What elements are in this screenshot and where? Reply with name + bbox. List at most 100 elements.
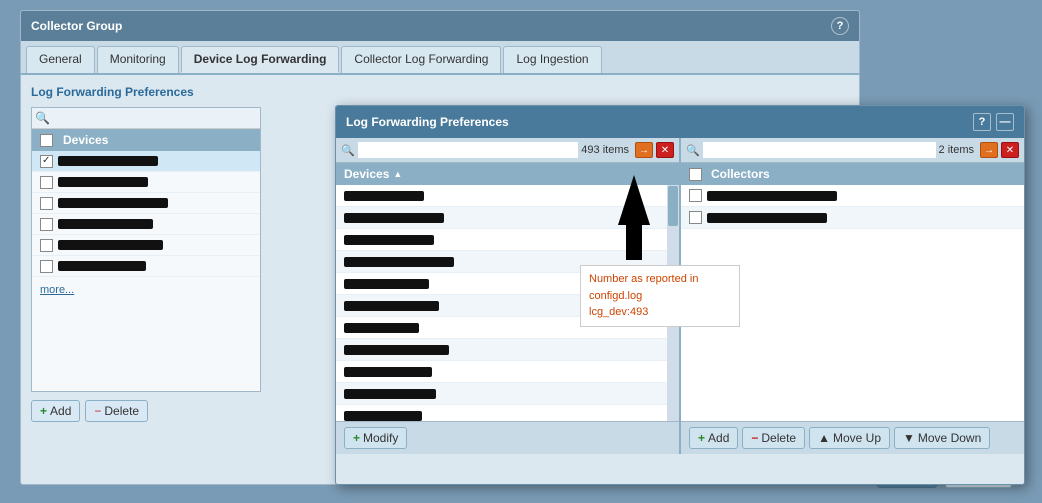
right-move-up-label: Move Up (833, 431, 881, 445)
right-move-down-button[interactable]: ▼ Move Down (894, 427, 990, 449)
list-item[interactable] (336, 405, 679, 421)
left-header-label: Devices (344, 167, 389, 181)
redacted-item (344, 279, 429, 289)
bg-delete-icon: − (94, 404, 101, 418)
redacted-item (344, 411, 422, 421)
right-pane-footer: + Add − Delete ▲ Move Up ▼ Move Down (681, 421, 1024, 454)
right-add-icon: + (698, 431, 705, 445)
bg-row-checkbox[interactable] (40, 239, 53, 252)
bg-list-row[interactable] (32, 214, 260, 235)
bg-row-checkbox[interactable] (40, 155, 53, 168)
redacted-device-2 (58, 177, 148, 187)
right-move-up-button[interactable]: ▲ Move Up (809, 427, 890, 449)
bg-devices-list: more... (32, 151, 260, 391)
modify-label: Modify (363, 431, 398, 445)
modify-plus-icon: + (353, 431, 360, 445)
redacted-item (344, 213, 444, 223)
left-clear-button[interactable]: ✕ (656, 142, 674, 158)
dialog-title-bar: Log Forwarding Preferences ? — (336, 106, 1024, 138)
move-up-icon: ▲ (818, 431, 830, 445)
redacted-item (344, 191, 424, 201)
right-search-input[interactable] (703, 142, 936, 158)
bg-devices-header: Devices (32, 129, 260, 151)
left-search-icon: 🔍 (341, 144, 355, 157)
bg-list-row[interactable] (32, 235, 260, 256)
annotation-tooltip: Number as reported in configd.loglcg_dev… (580, 265, 740, 327)
bg-list-row[interactable] (32, 172, 260, 193)
right-delete-button[interactable]: − Delete (742, 427, 805, 449)
redacted-device-3 (58, 198, 168, 208)
dialog-title-text: Log Forwarding Preferences (346, 115, 509, 129)
dialog-help-button[interactable]: ? (973, 113, 991, 131)
bg-select-all-checkbox[interactable] (40, 134, 53, 147)
bg-search-input[interactable] (53, 112, 257, 124)
bg-list-search: 🔍 (32, 108, 260, 129)
move-down-icon: ▼ (903, 431, 915, 445)
arrow-stem-icon (626, 225, 642, 260)
bg-row-checkbox[interactable] (40, 176, 53, 189)
bg-add-label: Add (50, 404, 71, 418)
bg-list-row[interactable] (32, 151, 260, 172)
annotation: Number as reported in configd.loglcg_dev… (580, 175, 740, 327)
redacted-device-6 (58, 261, 146, 271)
bg-panel-title: Collector Group ? (21, 11, 859, 41)
list-item[interactable] (336, 383, 679, 405)
more-link[interactable]: more... (40, 284, 74, 296)
right-filter-button[interactable]: → (980, 142, 998, 158)
redacted-item (344, 301, 439, 311)
left-pane-search: 🔍 493 items → ✕ (336, 138, 679, 163)
bg-panel-help-icon: ? (831, 17, 849, 35)
tab-collector-log-forwarding[interactable]: Collector Log Forwarding (341, 46, 501, 73)
left-filter-button[interactable]: → (635, 142, 653, 158)
bg-search-icon: 🔍 (35, 111, 50, 125)
bg-add-button[interactable]: + Add (31, 400, 80, 422)
redacted-item (344, 389, 436, 399)
bg-list-row[interactable] (32, 193, 260, 214)
list-item[interactable] (336, 361, 679, 383)
list-item[interactable] (336, 339, 679, 361)
bg-tabs: General Monitoring Device Log Forwarding… (21, 41, 859, 75)
redacted-device-5 (58, 240, 163, 250)
right-move-down-label: Move Down (918, 431, 981, 445)
tab-monitoring[interactable]: Monitoring (97, 46, 179, 73)
redacted-device-1 (58, 156, 158, 166)
annotation-arrow-group: Number as reported in configd.loglcg_dev… (580, 175, 740, 327)
left-pane-footer: + Modify (336, 421, 679, 454)
right-search-icon: 🔍 (686, 144, 700, 157)
tab-log-ingestion[interactable]: Log Ingestion (503, 46, 601, 73)
left-search-input[interactable] (358, 142, 579, 158)
bg-list-panel: 🔍 Devices (31, 107, 261, 392)
bg-row-checkbox[interactable] (40, 197, 53, 210)
dialog-title-icons: ? — (973, 113, 1014, 131)
redacted-item (344, 235, 434, 245)
right-add-label: Add (708, 431, 729, 445)
bg-devices-label: Devices (63, 133, 108, 147)
redacted-item (344, 323, 419, 333)
right-delete-icon: − (751, 431, 758, 445)
arrow-head-icon (618, 175, 650, 225)
right-item-count: 2 items (939, 144, 974, 156)
bg-panel-title-text: Collector Group (31, 19, 122, 33)
left-sort-arrow-icon[interactable]: ▲ (393, 169, 402, 179)
right-delete-label: Delete (761, 431, 796, 445)
bg-row-checkbox[interactable] (40, 260, 53, 273)
dialog-minimize-button[interactable]: — (996, 113, 1014, 131)
tab-general[interactable]: General (26, 46, 95, 73)
bg-list-row[interactable] (32, 256, 260, 277)
left-modify-button[interactable]: + Modify (344, 427, 407, 449)
annotation-text-content: Number as reported in configd.loglcg_dev… (589, 273, 698, 318)
redacted-device-4 (58, 219, 153, 229)
right-clear-button[interactable]: ✕ (1001, 142, 1019, 158)
bg-delete-button[interactable]: − Delete (85, 400, 148, 422)
redacted-item (344, 257, 454, 267)
right-add-button[interactable]: + Add (689, 427, 738, 449)
redacted-item (344, 345, 449, 355)
redacted-item (344, 367, 432, 377)
right-pane-search: 🔍 2 items → ✕ (681, 138, 1024, 163)
left-item-count: 493 items (581, 144, 629, 156)
annotation-arrow-head (618, 175, 650, 260)
bg-row-checkbox[interactable] (40, 218, 53, 231)
bg-add-icon: + (40, 404, 47, 418)
tab-device-log-forwarding[interactable]: Device Log Forwarding (181, 46, 340, 73)
bg-delete-label: Delete (104, 404, 139, 418)
